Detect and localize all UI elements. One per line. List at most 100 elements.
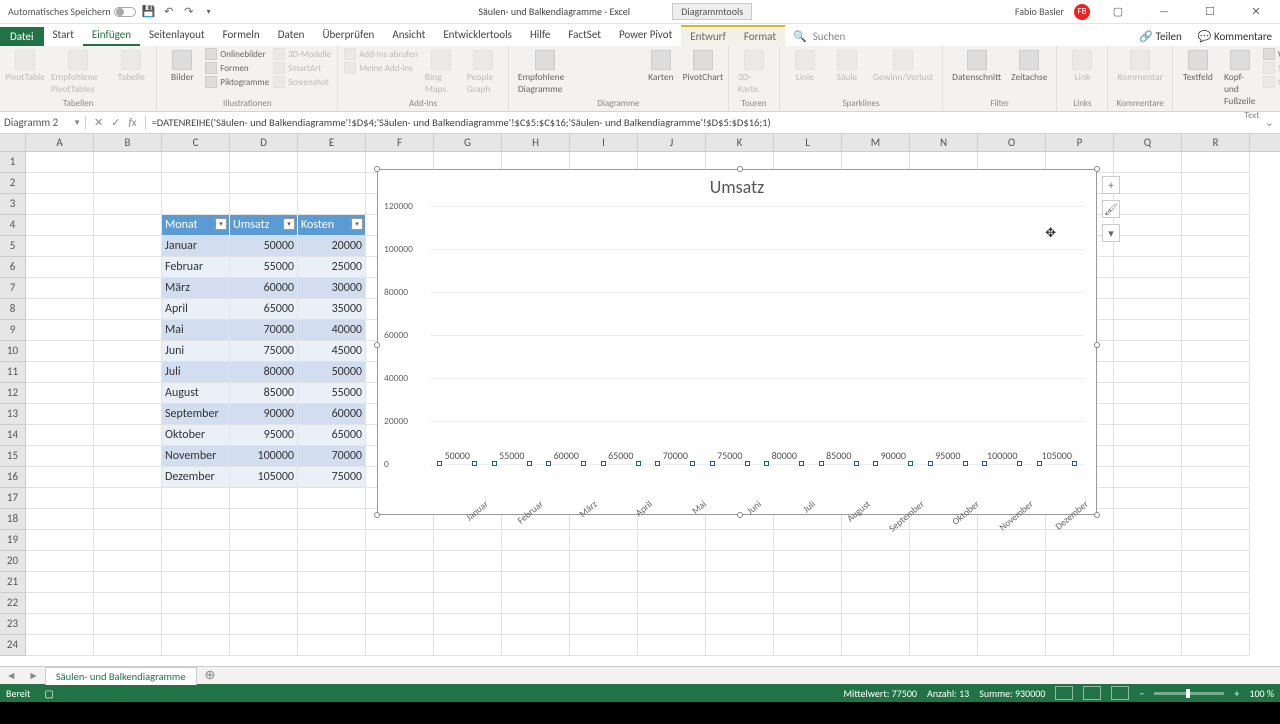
chart-type-icon[interactable] (620, 68, 638, 86)
cell[interactable] (1182, 530, 1250, 551)
cell[interactable] (910, 593, 978, 614)
cell[interactable] (230, 509, 298, 530)
cell[interactable] (298, 572, 366, 593)
cell[interactable] (434, 551, 502, 572)
cell[interactable] (570, 635, 638, 656)
cell[interactable]: 55000 (298, 383, 366, 404)
pagebreak-view-icon[interactable] (1111, 686, 1129, 700)
cell[interactable] (434, 572, 502, 593)
wordart-button[interactable]: WordArt (1263, 48, 1280, 60)
cell[interactable] (366, 614, 434, 635)
cell[interactable]: 50000 (298, 362, 366, 383)
cell[interactable]: Umsatz▾ (230, 215, 298, 236)
cell[interactable]: März (162, 278, 230, 299)
cell[interactable] (1046, 593, 1114, 614)
cell[interactable] (26, 488, 94, 509)
cell[interactable] (162, 635, 230, 656)
row-header[interactable]: 22 (0, 593, 25, 614)
cell[interactable] (1114, 425, 1182, 446)
cell[interactable] (94, 488, 162, 509)
cell[interactable] (162, 593, 230, 614)
tab-daten[interactable]: Daten (269, 25, 314, 46)
row-header[interactable]: 2 (0, 173, 25, 194)
cell[interactable] (570, 614, 638, 635)
cell[interactable] (1182, 215, 1250, 236)
cell[interactable]: April (162, 299, 230, 320)
chart-filter-button[interactable]: ▾ (1102, 224, 1120, 242)
cell[interactable] (1182, 509, 1250, 530)
cell[interactable] (1046, 551, 1114, 572)
col-header[interactable]: M (842, 134, 910, 151)
cell[interactable]: November (162, 446, 230, 467)
cell[interactable]: 70000 (298, 446, 366, 467)
cell[interactable] (1182, 635, 1250, 656)
cell[interactable] (298, 614, 366, 635)
cell[interactable] (842, 572, 910, 593)
cell[interactable]: 45000 (298, 341, 366, 362)
cell[interactable] (570, 530, 638, 551)
cell[interactable] (26, 446, 94, 467)
cell[interactable]: 70000 (230, 320, 298, 341)
row-header[interactable]: 8 (0, 299, 25, 320)
header-footer-button[interactable]: Kopf- und Fußzeile (1221, 48, 1259, 109)
maximize-icon[interactable]: ☐ (1192, 5, 1228, 18)
cell[interactable] (434, 635, 502, 656)
data-label[interactable]: 55000 (499, 449, 524, 462)
normal-view-icon[interactable] (1055, 686, 1073, 700)
cell[interactable] (26, 236, 94, 257)
cell[interactable] (1182, 425, 1250, 446)
sheet-nav-next[interactable]: ► (22, 669, 44, 682)
pivotchart-button[interactable]: PivotChart (684, 48, 722, 85)
cell[interactable] (230, 635, 298, 656)
slicer-button[interactable]: Datenschnitt (949, 48, 1004, 85)
col-header[interactable]: L (774, 134, 842, 151)
cell[interactable]: Juli (162, 362, 230, 383)
cell[interactable]: Kosten▾ (298, 215, 366, 236)
cell[interactable] (1114, 278, 1182, 299)
cell[interactable] (502, 614, 570, 635)
data-label[interactable]: 50000 (445, 449, 470, 462)
cell[interactable] (502, 635, 570, 656)
cell[interactable] (162, 551, 230, 572)
cell[interactable] (910, 551, 978, 572)
user-name[interactable]: Fabio Basler (1015, 5, 1064, 18)
cell[interactable] (706, 530, 774, 551)
screenshot-button[interactable]: Screenshot (273, 76, 331, 88)
cell[interactable] (638, 551, 706, 572)
cell[interactable] (1114, 257, 1182, 278)
cell[interactable] (570, 572, 638, 593)
cell[interactable] (26, 173, 94, 194)
timeline-button[interactable]: Zeitachse (1008, 48, 1050, 85)
row-header[interactable]: 11 (0, 362, 25, 383)
cell[interactable]: August (162, 383, 230, 404)
cell[interactable] (162, 509, 230, 530)
cell[interactable]: Februar (162, 257, 230, 278)
cell[interactable] (94, 173, 162, 194)
cell[interactable] (1182, 257, 1250, 278)
data-label[interactable]: 80000 (772, 449, 797, 462)
col-header[interactable]: N (910, 134, 978, 151)
sheet-tab[interactable]: Säulen- und Balkendiagramme (45, 667, 197, 685)
cell[interactable] (366, 572, 434, 593)
cell[interactable] (26, 572, 94, 593)
row-header[interactable]: 1 (0, 152, 25, 173)
chart-elements-button[interactable]: + (1102, 176, 1120, 194)
cell[interactable] (162, 194, 230, 215)
data-label[interactable]: 90000 (881, 449, 906, 462)
cell[interactable] (706, 614, 774, 635)
row-header[interactable]: 10 (0, 341, 25, 362)
cell[interactable] (1182, 299, 1250, 320)
cell[interactable] (298, 488, 366, 509)
cell[interactable]: 60000 (298, 404, 366, 425)
cell[interactable] (162, 572, 230, 593)
cell[interactable] (298, 635, 366, 656)
search-icon[interactable]: 🔍 (791, 27, 809, 46)
cell[interactable]: Juni (162, 341, 230, 362)
cell[interactable] (94, 215, 162, 236)
cell[interactable] (26, 194, 94, 215)
chart-type-icon[interactable] (600, 68, 618, 86)
cell[interactable] (230, 572, 298, 593)
chart-type-icon[interactable] (580, 68, 598, 86)
cell[interactable] (366, 530, 434, 551)
tab-hilfe[interactable]: Hilfe (521, 25, 559, 46)
